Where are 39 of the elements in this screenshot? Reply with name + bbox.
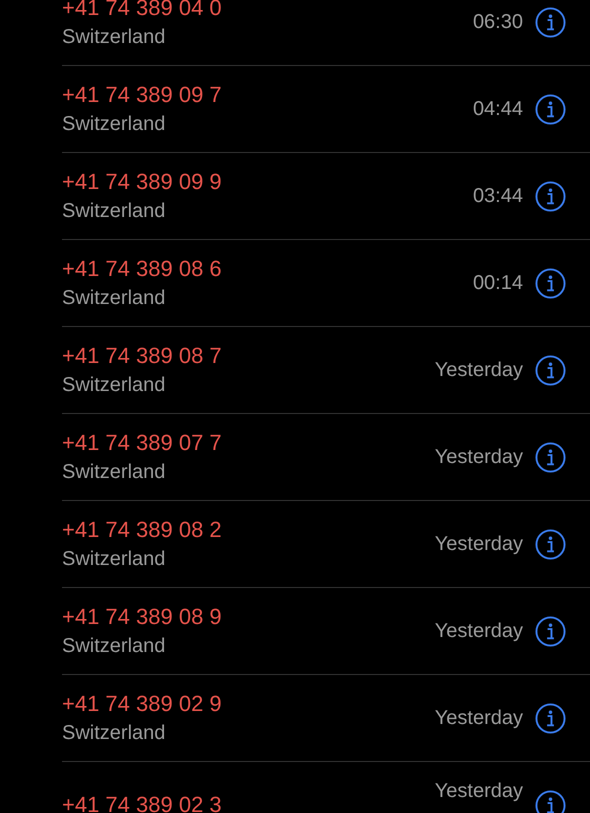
info-icon[interactable] <box>535 702 566 734</box>
info-icon[interactable] <box>535 790 566 813</box>
info-icon[interactable] <box>535 180 566 212</box>
info-icon[interactable] <box>535 6 566 38</box>
phone-number: +41 74 389 08 6 <box>62 256 223 282</box>
call-time: Yesterday <box>434 446 523 468</box>
call-time: Yesterday <box>434 532 523 556</box>
phone-number: +41 74 389 08 2 <box>62 517 223 543</box>
info-icon[interactable] <box>535 442 566 472</box>
call-time: 06:30 <box>472 10 523 34</box>
call-location: Switzerland <box>62 721 166 745</box>
call-location: Switzerland <box>62 112 166 136</box>
call-time: Yesterday <box>434 706 523 730</box>
phone-number: +41 74 389 07 7 <box>62 430 223 456</box>
phone-number: +41 74 389 02 9 <box>62 691 223 717</box>
call-location: Switzerland <box>62 286 166 310</box>
call-time: Yesterday <box>434 620 523 642</box>
phone-number: +41 74 389 09 9 <box>62 169 223 195</box>
info-icon[interactable] <box>535 528 566 560</box>
call-location: Switzerland <box>62 199 166 223</box>
info-icon[interactable] <box>535 268 566 298</box>
phone-number: +41 74 389 09 7 <box>62 82 223 108</box>
phone-number: +41 74 389 02 3 <box>62 792 223 813</box>
info-icon[interactable] <box>535 354 566 386</box>
call-location: Switzerland <box>62 25 166 49</box>
call-location: Switzerland <box>62 634 166 658</box>
call-location: Switzerland <box>62 547 166 571</box>
call-location: Switzerland <box>62 373 166 397</box>
info-icon[interactable] <box>535 94 566 124</box>
phone-number: +41 74 389 04 0 <box>62 0 223 21</box>
phone-number: +41 74 389 08 9 <box>62 604 223 630</box>
call-location: Switzerland <box>62 460 166 484</box>
call-time: 03:44 <box>472 184 523 208</box>
phone-number: +41 74 389 08 7 <box>62 343 223 369</box>
call-time: 04:44 <box>472 98 523 120</box>
call-time: Yesterday <box>434 780 523 803</box>
call-time: Yesterday <box>434 358 523 382</box>
call-time: 00:14 <box>472 272 523 294</box>
info-icon[interactable] <box>535 616 566 646</box>
